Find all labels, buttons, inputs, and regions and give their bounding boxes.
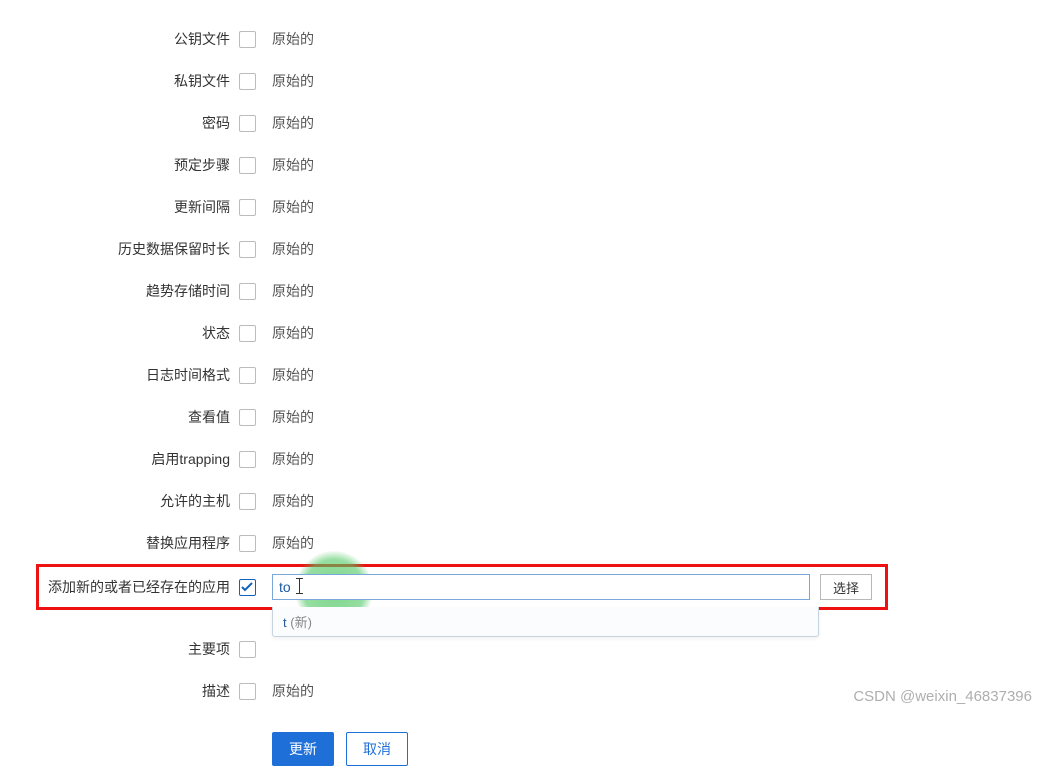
label-password: 密码 xyxy=(0,113,236,133)
row-log-time-format: 日志时间格式 原始的 xyxy=(0,354,1050,396)
label-allowed-hosts: 允许的主机 xyxy=(0,491,236,511)
add-app-dropdown: t (新) xyxy=(272,607,819,637)
label-public-key-file: 公钥文件 xyxy=(0,29,236,49)
checkbox-password[interactable] xyxy=(239,115,256,132)
row-enable-trapping: 启用trapping 原始的 xyxy=(0,438,1050,480)
row-update-interval: 更新间隔 原始的 xyxy=(0,186,1050,228)
checkbox-add-app[interactable] xyxy=(239,579,256,596)
row-status: 状态 原始的 xyxy=(0,312,1050,354)
checkbox-main-item[interactable] xyxy=(239,641,256,658)
cancel-button[interactable]: 取消 xyxy=(346,732,408,766)
value-replace-app: 原始的 xyxy=(258,533,314,553)
row-private-key-file: 私钥文件 原始的 xyxy=(0,60,1050,102)
value-history-retention: 原始的 xyxy=(258,239,314,259)
checkbox-enable-trapping[interactable] xyxy=(239,451,256,468)
add-app-input[interactable] xyxy=(272,574,810,600)
row-history-retention: 历史数据保留时长 原始的 xyxy=(0,228,1050,270)
form-area: 公钥文件 原始的 私钥文件 原始的 密码 原始的 预定步骤 原始的 更新间隔 原… xyxy=(0,0,1050,766)
value-trend-storage: 原始的 xyxy=(258,281,314,301)
checkbox-history-retention[interactable] xyxy=(239,241,256,258)
label-main-item: 主要项 xyxy=(0,639,236,659)
value-update-interval: 原始的 xyxy=(258,197,314,217)
checkbox-replace-app[interactable] xyxy=(239,535,256,552)
value-scheduled-steps: 原始的 xyxy=(258,155,314,175)
value-allowed-hosts: 原始的 xyxy=(258,491,314,511)
checkbox-public-key-file[interactable] xyxy=(239,31,256,48)
row-scheduled-steps: 预定步骤 原始的 xyxy=(0,144,1050,186)
label-log-time-format: 日志时间格式 xyxy=(0,365,236,385)
value-private-key-file: 原始的 xyxy=(258,71,314,91)
checkbox-show-value[interactable] xyxy=(239,409,256,426)
row-public-key-file: 公钥文件 原始的 xyxy=(0,18,1050,60)
row-password: 密码 原始的 xyxy=(0,102,1050,144)
value-description: 原始的 xyxy=(258,681,314,701)
label-private-key-file: 私钥文件 xyxy=(0,71,236,91)
text-cursor-icon xyxy=(296,578,304,594)
checkbox-scheduled-steps[interactable] xyxy=(239,157,256,174)
label-status: 状态 xyxy=(0,323,236,343)
checkbox-trend-storage[interactable] xyxy=(239,283,256,300)
value-password: 原始的 xyxy=(258,113,314,133)
value-public-key-file: 原始的 xyxy=(258,29,314,49)
value-log-time-format: 原始的 xyxy=(258,365,314,385)
value-status: 原始的 xyxy=(258,323,314,343)
dropdown-item-hint: (新) xyxy=(290,615,312,630)
row-show-value: 查看值 原始的 xyxy=(0,396,1050,438)
checkbox-log-time-format[interactable] xyxy=(239,367,256,384)
row-trend-storage: 趋势存储时间 原始的 xyxy=(0,270,1050,312)
checkbox-update-interval[interactable] xyxy=(239,199,256,216)
value-enable-trapping: 原始的 xyxy=(258,449,314,469)
value-show-value: 原始的 xyxy=(258,407,314,427)
label-trend-storage: 趋势存储时间 xyxy=(0,281,236,301)
select-button[interactable]: 选择 xyxy=(820,574,872,600)
label-add-app: 添加新的或者已经存在的应用 xyxy=(0,577,236,597)
checkbox-private-key-file[interactable] xyxy=(239,73,256,90)
checkbox-description[interactable] xyxy=(239,683,256,700)
label-replace-app: 替换应用程序 xyxy=(0,533,236,553)
add-app-controls: 选择 xyxy=(258,574,872,600)
label-show-value: 查看值 xyxy=(0,407,236,427)
label-enable-trapping: 启用trapping xyxy=(0,449,236,469)
row-allowed-hosts: 允许的主机 原始的 xyxy=(0,480,1050,522)
checkbox-allowed-hosts[interactable] xyxy=(239,493,256,510)
label-history-retention: 历史数据保留时长 xyxy=(0,239,236,259)
label-scheduled-steps: 预定步骤 xyxy=(0,155,236,175)
dropdown-item-new[interactable]: t (新) xyxy=(273,607,818,636)
watermark: CSDN @weixin_46837396 xyxy=(853,688,1032,705)
actions: 更新 取消 xyxy=(0,732,1050,766)
label-update-interval: 更新间隔 xyxy=(0,197,236,217)
update-button[interactable]: 更新 xyxy=(272,732,334,766)
row-add-app: 添加新的或者已经存在的应用 选择 t (新) xyxy=(0,564,1050,610)
label-description: 描述 xyxy=(0,681,236,701)
checkbox-status[interactable] xyxy=(239,325,256,342)
row-replace-app: 替换应用程序 原始的 xyxy=(0,522,1050,564)
